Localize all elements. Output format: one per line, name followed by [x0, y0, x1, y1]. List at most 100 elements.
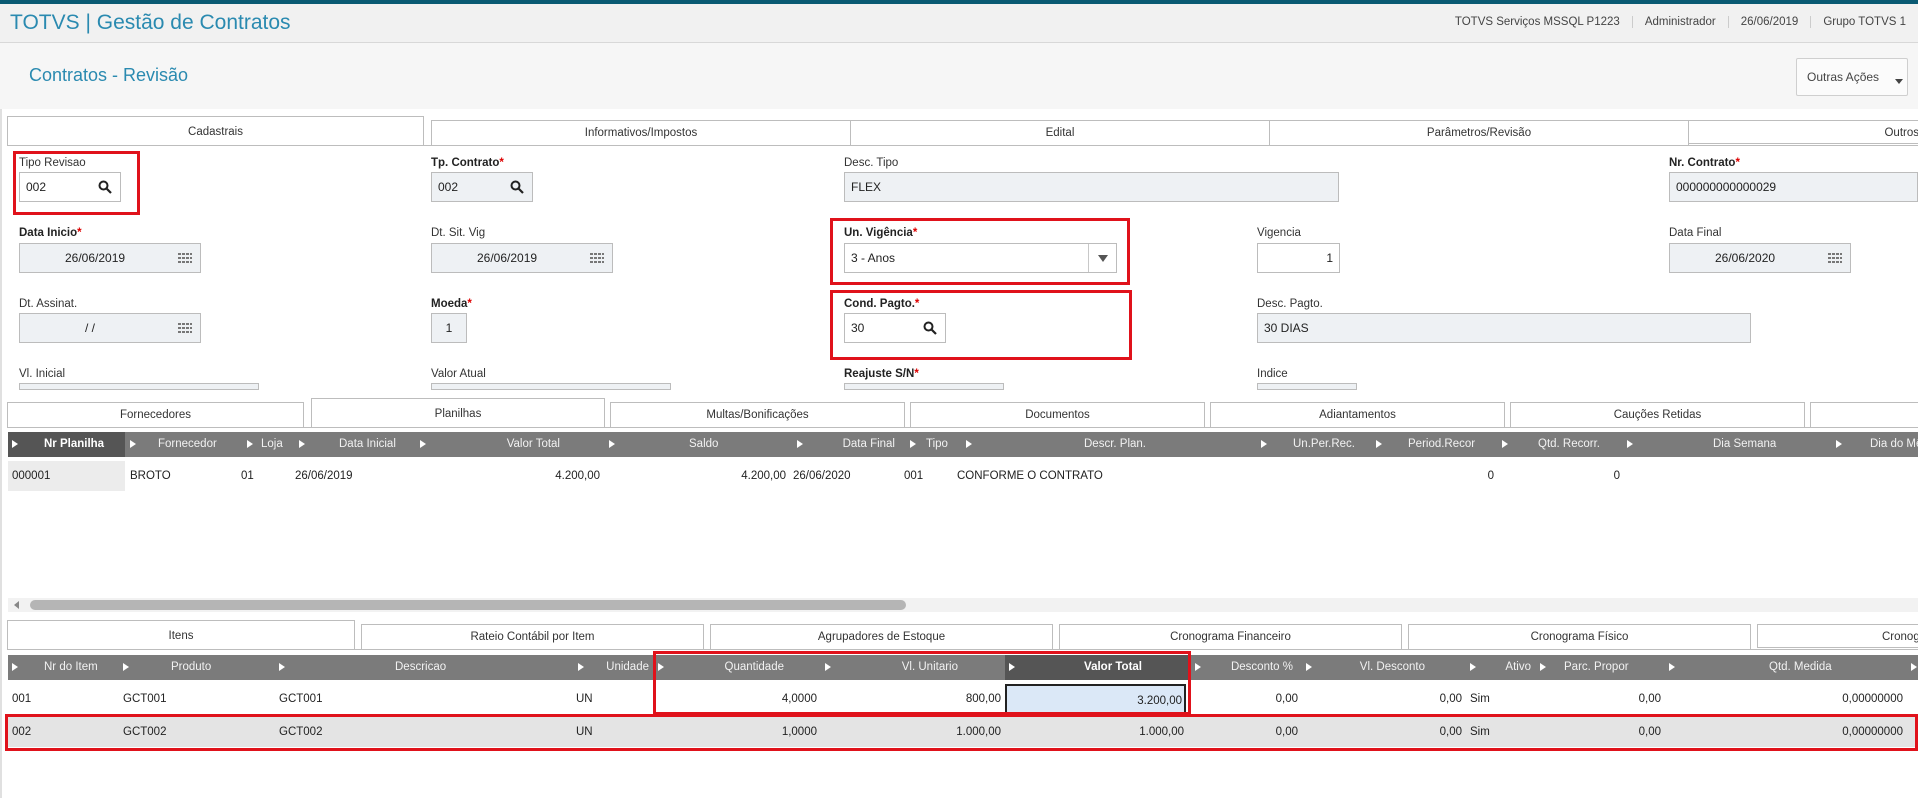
- col-qtd-medida[interactable]: Qtd. Medida: [1665, 655, 1906, 680]
- tp-contrato-input[interactable]: 002: [431, 172, 533, 202]
- col-qtd-recorr[interactable]: Qtd. Recorr.: [1498, 432, 1622, 457]
- tab-documentos[interactable]: Documentos: [910, 402, 1205, 428]
- tab-adiantamentos[interactable]: Adiantamentos: [1210, 402, 1505, 428]
- cell-vl-desconto[interactable]: 0,00: [1302, 717, 1462, 747]
- cell-parc-propor[interactable]: 0,00: [1536, 684, 1661, 714]
- cell-desconto-pct[interactable]: 0,00: [1191, 717, 1298, 747]
- cell-descricao[interactable]: GCT002: [279, 717, 559, 747]
- col-unidade[interactable]: Unidade: [574, 655, 653, 680]
- col-tipo[interactable]: Tipo: [906, 432, 961, 457]
- user-label[interactable]: Administrador: [1631, 16, 1728, 28]
- table-row[interactable]: 001 GCT001 GCT001 UN 4,0000 800,00 3.200…: [8, 684, 1918, 714]
- col-dia-semana[interactable]: Dia Semana: [1623, 432, 1831, 457]
- cell-tipo[interactable]: 001: [904, 461, 954, 491]
- cell-data-inicial[interactable]: 26/06/2019: [295, 461, 405, 491]
- cond-pagto-input[interactable]: 30: [844, 313, 946, 343]
- cell-desconto-pct[interactable]: 0,00: [1191, 684, 1298, 714]
- vigencia-input[interactable]: 1: [1257, 243, 1340, 273]
- col-parc-propor[interactable]: Parc. Propor: [1536, 655, 1664, 680]
- tab-itens[interactable]: Itens: [7, 620, 355, 649]
- cell-period-recor[interactable]: 0: [1372, 461, 1494, 491]
- tab-multas-bonificacoes[interactable]: Multas/Bonificações: [610, 402, 905, 428]
- cell-vl-unitario[interactable]: 1.000,00: [821, 717, 1001, 747]
- cell-qtd-recorr[interactable]: 0: [1498, 461, 1620, 491]
- cell-vl-unitario[interactable]: 800,00: [821, 684, 1001, 714]
- cell-unidade[interactable]: UN: [576, 684, 646, 714]
- col-nr-planilha[interactable]: Nr Planilha: [8, 432, 125, 457]
- dt-assinat-input[interactable]: / /: [19, 313, 201, 343]
- tab-outros[interactable]: Outros: [1688, 120, 1918, 144]
- cell-produto[interactable]: GCT002: [123, 717, 263, 747]
- data-final-input[interactable]: 26/06/2020: [1669, 243, 1851, 273]
- cell-ativo[interactable]: Sim: [1470, 684, 1530, 714]
- moeda-field[interactable]: 1: [431, 313, 467, 343]
- tab-cronograma-fisico[interactable]: Cronograma Físico: [1408, 624, 1751, 650]
- cell-nr-item[interactable]: 002: [12, 717, 112, 747]
- table-row[interactable]: 002 GCT002 GCT002 UN 1,0000 1.000,00 1.0…: [8, 717, 1918, 747]
- tipo-revisao-input[interactable]: 002: [19, 172, 121, 202]
- tab-parametros-revisao[interactable]: Parâmetros/Revisão: [1269, 120, 1689, 146]
- scroll-left-icon[interactable]: [14, 601, 19, 609]
- col-un-per-rec[interactable]: Un.Per.Rec.: [1257, 432, 1371, 457]
- cell-fornecedor[interactable]: BROTO: [130, 461, 240, 491]
- table-row[interactable]: 000001 BROTO 01 26/06/2019 4.200,00 4.20…: [8, 461, 1918, 491]
- tab-agrupadores-estoque[interactable]: Agrupadores de Estoque: [710, 624, 1053, 650]
- horizontal-scrollbar[interactable]: [8, 598, 1918, 612]
- col-period-recor[interactable]: Period.Recor: [1372, 432, 1497, 457]
- tab-cronograma[interactable]: Cronograma: [1757, 624, 1918, 648]
- calendar-icon[interactable]: [1828, 253, 1842, 264]
- cell-valor-total[interactable]: 4.200,00: [416, 461, 600, 491]
- cell-qtd-medida[interactable]: 0,00000000: [1665, 684, 1903, 714]
- tab-caucoes-retidas[interactable]: Cauções Retidas: [1510, 402, 1805, 428]
- col-more[interactable]: [1907, 655, 1918, 680]
- col-descricao[interactable]: Descricao: [275, 655, 573, 680]
- cell-descr-plan[interactable]: CONFORME O CONTRATO: [957, 461, 1247, 491]
- col-descr-plan[interactable]: Descr. Plan.: [962, 432, 1256, 457]
- tab-cronograma-financeiro[interactable]: Cronograma Financeiro: [1059, 624, 1402, 650]
- tab-more[interactable]: [1810, 402, 1918, 428]
- cell-valor-total[interactable]: 1.000,00: [1005, 717, 1184, 747]
- un-vigencia-select[interactable]: 3 - Anos: [844, 243, 1117, 273]
- search-icon[interactable]: [510, 180, 524, 194]
- more-actions-button[interactable]: Outras Ações: [1796, 58, 1908, 96]
- col-fornecedor[interactable]: Fornecedor: [126, 432, 242, 457]
- cell-produto[interactable]: GCT001: [123, 684, 263, 714]
- col-produto[interactable]: Produto: [119, 655, 274, 680]
- col-desconto-pct[interactable]: Desconto %: [1191, 655, 1301, 680]
- cell-loja[interactable]: 01: [241, 461, 291, 491]
- col-vl-desconto[interactable]: Vl. Desconto: [1302, 655, 1465, 680]
- col-saldo[interactable]: Saldo: [605, 432, 792, 457]
- calendar-icon[interactable]: [178, 323, 192, 334]
- col-valor-total[interactable]: Valor Total: [416, 432, 604, 457]
- cell-quantidade[interactable]: 4,0000: [654, 684, 817, 714]
- search-icon[interactable]: [98, 180, 112, 194]
- cell-descricao[interactable]: GCT001: [279, 684, 559, 714]
- dt-sit-vig-input[interactable]: 26/06/2019: [431, 243, 613, 273]
- col-quantidade[interactable]: Quantidade: [654, 655, 820, 680]
- cell-nr-planilha[interactable]: 000001: [8, 461, 125, 491]
- tab-planilhas[interactable]: Planilhas: [311, 398, 605, 427]
- cell-valor-total[interactable]: 3.200,00: [1005, 684, 1186, 714]
- cell-parc-propor[interactable]: 0,00: [1536, 717, 1661, 747]
- col-nr-item[interactable]: Nr do Item: [8, 655, 118, 680]
- cell-data-final[interactable]: 26/06/2020: [793, 461, 903, 491]
- cell-vl-desconto[interactable]: 0,00: [1302, 684, 1462, 714]
- col-ativo[interactable]: Ativo: [1466, 655, 1535, 680]
- col-data-final[interactable]: Data Final: [793, 432, 905, 457]
- cell-qtd-medida[interactable]: 0,00000000: [1665, 717, 1903, 747]
- tab-informativos[interactable]: Informativos/Impostos: [431, 120, 851, 146]
- data-inicio-input[interactable]: 26/06/2019: [19, 243, 201, 273]
- chevron-down-icon[interactable]: [1088, 244, 1116, 272]
- tab-fornecedores[interactable]: Fornecedores: [7, 402, 304, 428]
- search-icon[interactable]: [923, 321, 937, 335]
- group-label[interactable]: Grupo TOTVS 1: [1810, 16, 1918, 28]
- col-loja[interactable]: Loja: [243, 432, 294, 457]
- cell-saldo[interactable]: 4.200,00: [605, 461, 786, 491]
- cell-ativo[interactable]: Sim: [1470, 717, 1530, 747]
- cell-nr-item[interactable]: 001: [12, 684, 112, 714]
- tab-cadastrais[interactable]: Cadastrais: [7, 116, 424, 145]
- col-vl-unitario[interactable]: Vl. Unitario: [821, 655, 1004, 680]
- cell-quantidade[interactable]: 1,0000: [654, 717, 817, 747]
- cell-unidade[interactable]: UN: [576, 717, 646, 747]
- calendar-icon[interactable]: [178, 253, 192, 264]
